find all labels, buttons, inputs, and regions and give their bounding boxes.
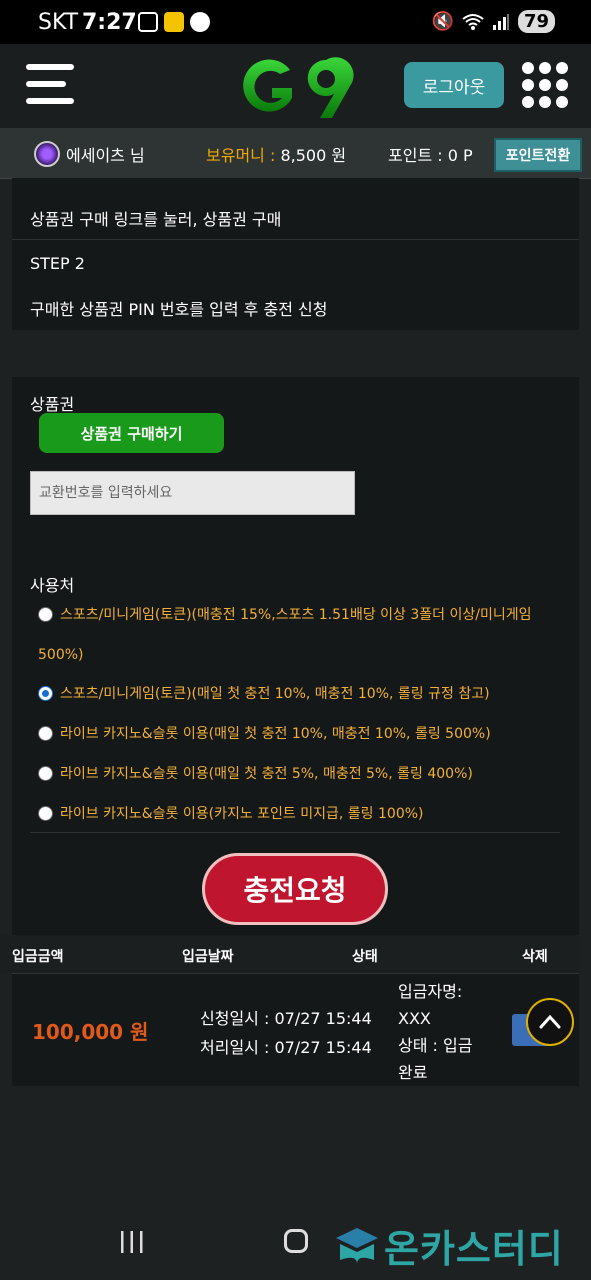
- col-amount: 입금금액: [12, 949, 64, 965]
- deposit-status: 입금자명: XXX 상태 : 입금 완료: [398, 978, 488, 1086]
- instructions-panel: 상품권 구매 링크를 눌러, 상품권 구매 STEP 2 구매한 상품권 PIN…: [12, 178, 579, 330]
- usage-option[interactable]: 라이브 카지노&슬롯 이용(카지노 포인트 미지급, 롤링 100%): [38, 794, 558, 834]
- notification-icons: [138, 12, 210, 32]
- signal-icon: [492, 13, 509, 30]
- screenshot-icon: [138, 12, 158, 32]
- wifi-icon: [462, 13, 484, 30]
- username: 에세이츠 님: [66, 146, 145, 165]
- option-label: 500%): [38, 647, 84, 663]
- history-table-header: 입금금액 입금날짜 상태 삭제: [0, 935, 579, 973]
- radio-icon[interactable]: [38, 805, 53, 821]
- status-line: 상태 : 입금: [398, 1036, 473, 1055]
- chevron-up-icon: [539, 1014, 561, 1029]
- col-date: 입금날짜: [182, 949, 234, 965]
- system-icons: 🔇 79: [432, 10, 555, 33]
- balance-value: 8,500 원: [280, 146, 347, 165]
- step2-title: STEP 2: [30, 254, 85, 273]
- site-logo[interactable]: [238, 48, 356, 132]
- option-label: 라이브 카지노&슬롯 이용(카지노 포인트 미지급, 롤링 100%): [60, 806, 424, 822]
- buy-gift-card-button[interactable]: 상품권 구매하기: [39, 413, 224, 453]
- radio-icon[interactable]: [38, 765, 53, 781]
- apps-grid-icon[interactable]: [522, 62, 568, 108]
- menu-icon[interactable]: [26, 64, 76, 108]
- usage-option[interactable]: 스포츠/미니게임(토큰)(매충전 15%,스포츠 1.51배당 이상 3폴더 이…: [38, 595, 558, 635]
- home-icon[interactable]: [284, 1229, 308, 1253]
- system-nav-bar: 온카스터디: [0, 1200, 591, 1280]
- status-line: 입금자명:: [398, 982, 463, 1001]
- clock: 7:27: [82, 10, 137, 35]
- balance: 보유머니 : 8,500 원: [206, 142, 346, 166]
- points: 포인트 : 0 P: [388, 146, 473, 165]
- site-header: 로그아웃: [0, 44, 591, 128]
- user-info-bar: 에세이츠 님 보유머니 : 8,500 원 포인트 : 0 P 포인트전환: [0, 128, 591, 179]
- option-label: 스포츠/미니게임(토큰)(매충전 15%,스포츠 1.51배당 이상 3폴더 이…: [60, 607, 532, 623]
- usage-label: 사용처: [30, 576, 75, 595]
- option-label: 라이브 카지노&슬롯 이용(매일 첫 충전 5%, 매충전 5%, 롤링 400…: [60, 766, 473, 782]
- table-row: 100,000 원 신청일시 : 07/27 15:44 처리일시 : 07/2…: [12, 973, 579, 1086]
- radio-selected-icon[interactable]: [38, 685, 53, 701]
- divider: [30, 832, 560, 833]
- applied-date: 신청일시 : 07/27 15:44: [200, 1009, 372, 1028]
- avatar: [34, 141, 60, 167]
- status-line: XXX: [398, 1009, 431, 1028]
- pin-input[interactable]: [30, 471, 355, 515]
- status-line: 완료: [398, 1063, 428, 1082]
- recent-apps-icon[interactable]: [119, 1230, 145, 1254]
- usage-option[interactable]: 라이브 카지노&슬롯 이용(매일 첫 충전 10%, 매충전 10%, 롤링 5…: [38, 714, 558, 754]
- processed-date: 처리일시 : 07/27 15:44: [200, 1038, 372, 1057]
- carrier-label: SKT: [38, 10, 79, 35]
- option-label: 스포츠/미니게임(토큰)(매일 첫 충전 10%, 매충전 10%, 롤링 규정…: [60, 686, 490, 702]
- radio-icon[interactable]: [38, 725, 53, 741]
- battery-icon: 79: [517, 10, 555, 33]
- mute-icon: 🔇: [431, 11, 454, 32]
- step2-text: 구매한 상품권 PIN 번호를 입력 후 충전 신청: [30, 300, 328, 319]
- col-delete: 삭제: [522, 949, 548, 965]
- scroll-top-button[interactable]: [526, 998, 574, 1046]
- step1-text: 상품권 구매 링크를 눌러, 상품권 구매: [30, 210, 282, 229]
- balance-label: 보유머니 :: [206, 146, 276, 165]
- point-convert-button[interactable]: 포인트전환: [494, 138, 582, 172]
- option-label: 라이브 카지노&슬롯 이용(매일 첫 충전 10%, 매충전 10%, 롤링 5…: [60, 726, 491, 742]
- status-bar: SKT 7:27 🔇 79: [0, 0, 591, 44]
- col-status: 상태: [352, 949, 378, 965]
- usage-option[interactable]: 스포츠/미니게임(토큰)(매일 첫 충전 10%, 매충전 10%, 롤링 규정…: [38, 674, 558, 714]
- usage-option[interactable]: 라이브 카지노&슬롯 이용(매일 첫 충전 5%, 매충전 5%, 롤링 400…: [38, 754, 558, 794]
- radio-icon[interactable]: [38, 606, 53, 622]
- deposit-dates: 신청일시 : 07/27 15:44 처리일시 : 07/27 15:44: [200, 1004, 372, 1062]
- app-notification-icon: [164, 12, 184, 32]
- usage-option-continuation: 500%): [38, 635, 558, 675]
- watermark-text: 온카스터디: [384, 1227, 564, 1271]
- book-logo-icon: [336, 1227, 378, 1264]
- gift-card-label: 상품권: [30, 395, 75, 414]
- logout-button[interactable]: 로그아웃: [404, 62, 504, 108]
- deposit-amount: 100,000 원: [32, 1020, 149, 1044]
- charge-form: 상품권 상품권 구매하기 사용처 스포츠/미니게임(토큰)(매충전 15%,스포…: [12, 377, 579, 935]
- chat-icon: [190, 12, 210, 32]
- charge-request-button[interactable]: 충전요청: [202, 853, 388, 925]
- watermark: 온카스터디: [334, 1218, 564, 1273]
